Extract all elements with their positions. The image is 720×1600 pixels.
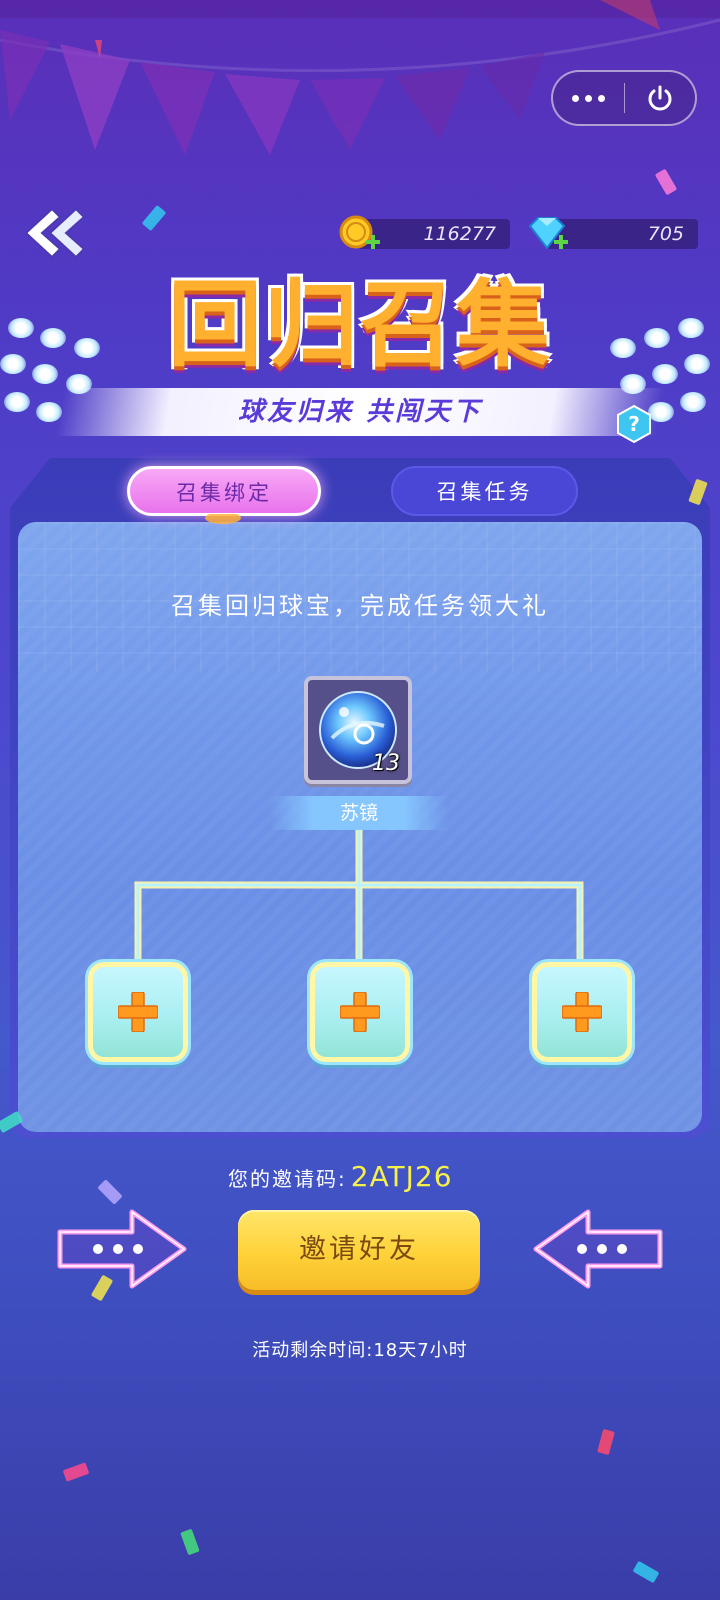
invite-slot-2[interactable] <box>310 962 410 1062</box>
invite-friends-button[interactable]: 邀请好友 <box>238 1210 480 1290</box>
plus-icon <box>562 992 602 1032</box>
confetti <box>180 1528 200 1556</box>
confetti <box>688 478 708 506</box>
close-miniprogram-button[interactable] <box>625 72 696 124</box>
help-question-icon[interactable]: ? <box>614 404 654 444</box>
svg-text:?: ? <box>628 412 640 436</box>
coin-counter[interactable]: 116277 <box>338 215 510 252</box>
invite-code-row: 您的邀请码: 2ATJ26 <box>228 1160 453 1196</box>
dot-icon <box>597 94 605 102</box>
invite-code-label: 您的邀请码: <box>228 1167 347 1191</box>
reward-item-card[interactable]: 13 <box>304 676 412 784</box>
invite-code-value: 2ATJ26 <box>350 1160 453 1193</box>
miniprogram-capsule <box>551 70 697 126</box>
invite-slot-1[interactable] <box>88 962 188 1062</box>
reward-item-name: 苏镜 <box>339 802 378 824</box>
panel-caption: 召集回归球宝，完成任务领大礼 <box>171 592 549 620</box>
confetti <box>97 1179 123 1205</box>
event-title: 回归召集 <box>167 271 552 380</box>
event-remaining-time: 活动剩余时间:18天7小时 <box>252 1340 468 1361</box>
dot-icon <box>584 94 592 102</box>
back-arrow-icon[interactable] <box>22 205 84 261</box>
invite-slot-3[interactable] <box>532 962 632 1062</box>
confetti <box>654 168 678 196</box>
confetti <box>141 204 167 232</box>
neon-arrow-right-icon <box>57 1209 187 1289</box>
dot-icon <box>571 94 579 102</box>
gem-plus-icon <box>528 217 568 250</box>
confetti <box>597 1428 615 1456</box>
reward-item-count: 13 <box>372 751 400 776</box>
neon-arrow-left-icon <box>533 1209 663 1289</box>
tab-summon-binding[interactable]: 召集绑定 <box>127 466 321 516</box>
coin-plus-icon <box>339 215 380 249</box>
event-subtitle: 球友归来 共闯天下 <box>237 397 483 427</box>
plus-icon <box>118 992 158 1032</box>
more-options-button[interactable] <box>553 72 624 124</box>
power-icon <box>648 85 672 111</box>
tab-summon-tasks[interactable]: 召集任务 <box>391 466 578 516</box>
gem-counter[interactable]: 705 <box>526 216 698 252</box>
confetti <box>62 1462 90 1482</box>
active-tab-pointer <box>205 514 241 524</box>
event-title-banner: 回归召集 <box>130 266 590 396</box>
confetti <box>632 1560 660 1584</box>
plus-icon <box>340 992 380 1032</box>
